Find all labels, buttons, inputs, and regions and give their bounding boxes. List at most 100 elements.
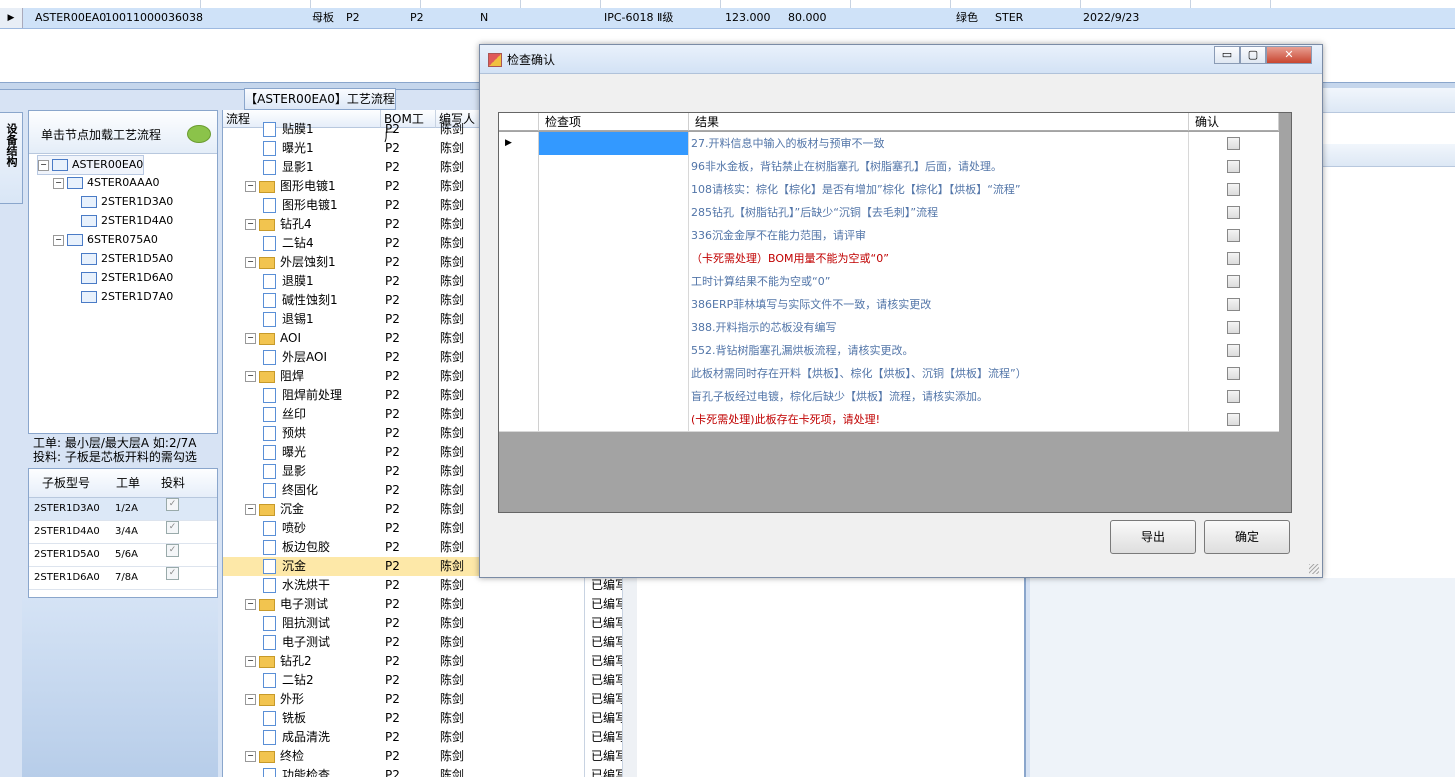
collapse-icon[interactable]: − [53, 177, 64, 189]
close-button[interactable]: ✕ [1266, 46, 1312, 64]
confirm-checkbox[interactable] [1227, 367, 1240, 380]
check-row[interactable]: 此板材需同时存在开料【烘板】、棕化【烘板】、沉铜【烘板】流程”） [499, 362, 1279, 386]
check-item-cell[interactable] [539, 385, 689, 408]
check-item-cell[interactable] [539, 247, 689, 270]
export-button[interactable]: 导出 [1110, 520, 1196, 554]
check-row[interactable]: （卡死需处理）BOM用量不能为空或“0” [499, 247, 1279, 271]
confirm-checkbox[interactable] [1227, 183, 1240, 196]
confirm-checkbox[interactable] [1227, 206, 1240, 219]
dialog-titlebar[interactable]: 检查确认 ▭ ▢ ✕ [480, 45, 1322, 74]
process-row[interactable]: − 外形 P2 陈剑 已编写 [223, 690, 649, 709]
collapse-icon[interactable]: − [245, 656, 256, 667]
column-header[interactable]: 确认 [1189, 113, 1279, 131]
ok-button[interactable]: 确定 [1204, 520, 1290, 554]
process-row[interactable]: − 电子测试 P2 陈剑 已编写 [223, 595, 649, 614]
tree-node[interactable]: −4STER0AAA0 [53, 174, 159, 192]
check-item-cell[interactable] [539, 132, 689, 155]
collapse-icon[interactable]: − [245, 371, 256, 382]
check-row[interactable]: ▶ 27.开料信息中输入的板材与预审不一致 [499, 132, 1279, 156]
process-row[interactable]: − 终检 P2 陈剑 已编写 [223, 747, 649, 766]
collapse-icon[interactable]: − [38, 159, 49, 171]
row-header[interactable] [499, 178, 539, 201]
check-row[interactable]: 386ERP菲林填写与实际文件不一致，请核实更改 [499, 293, 1279, 317]
check-item-cell[interactable] [539, 408, 689, 431]
confirm-checkbox[interactable] [1227, 160, 1240, 173]
process-row[interactable]: 水洗烘干 P2 陈剑 已编写 [223, 576, 649, 595]
row-header[interactable] [499, 385, 539, 408]
feed-checkbox[interactable]: ✓ [166, 544, 179, 557]
row-header[interactable] [499, 339, 539, 362]
check-row[interactable]: 96非水金板，背钻禁止在树脂塞孔【树脂塞孔】后面，请处理。 [499, 155, 1279, 179]
check-item-cell[interactable] [539, 201, 689, 224]
minimize-button[interactable]: ▭ [1214, 46, 1240, 64]
check-row[interactable]: 108请核实：棕化【棕化】是否有增加”棕化【棕化】【烘板】“流程” [499, 178, 1279, 202]
column-header[interactable]: 工单 [103, 469, 154, 498]
collapse-icon[interactable]: − [245, 219, 256, 230]
tree-node[interactable]: −6STER075A0 [53, 231, 158, 249]
process-row[interactable]: 功能检查 P2 陈剑 已编写 [223, 766, 649, 777]
confirm-checkbox[interactable] [1227, 275, 1240, 288]
check-item-cell[interactable] [539, 362, 689, 385]
row-header[interactable] [499, 201, 539, 224]
collapse-icon[interactable]: − [245, 257, 256, 268]
collapse-icon[interactable]: − [53, 234, 64, 246]
check-item-cell[interactable] [539, 178, 689, 201]
confirm-checkbox[interactable] [1227, 344, 1240, 357]
confirm-checkbox[interactable] [1227, 229, 1240, 242]
collapse-icon[interactable]: − [245, 694, 256, 705]
check-row[interactable]: 388.开料指示的芯板没有编写 [499, 316, 1279, 340]
tree-node[interactable]: 2STER1D5A0 [81, 250, 173, 268]
confirm-checkbox[interactable] [1227, 252, 1240, 265]
check-row[interactable]: 工时计算结果不能为空或“0” [499, 270, 1279, 294]
table-row[interactable]: 2STER1D3A0 1/2A ✓ [29, 498, 217, 521]
row-header[interactable] [499, 155, 539, 178]
column-header[interactable]: 子板型号 [29, 469, 104, 498]
feed-checkbox[interactable]: ✓ [166, 498, 179, 511]
check-row[interactable]: 285钻孔【树脂钻孔】”后缺少“沉铜【去毛刺】”流程 [499, 201, 1279, 225]
tab-device-structure[interactable]: 设备结构 [0, 112, 23, 204]
confirm-checkbox[interactable] [1227, 413, 1240, 426]
column-header[interactable]: 检查项 [539, 113, 689, 131]
row-header[interactable] [499, 293, 539, 316]
feed-checkbox[interactable]: ✓ [166, 521, 179, 534]
process-row[interactable]: 成品清洗 P2 陈剑 已编写 [223, 728, 649, 747]
table-row[interactable]: 2STER1D6A0 7/8A ✓ [29, 567, 217, 590]
tree-node[interactable]: 2STER1D3A0 [81, 193, 173, 211]
check-item-cell[interactable] [539, 224, 689, 247]
confirm-checkbox[interactable] [1227, 390, 1240, 403]
feed-checkbox[interactable]: ✓ [166, 567, 179, 580]
collapse-icon[interactable]: − [245, 599, 256, 610]
collapse-icon[interactable]: − [245, 333, 256, 344]
tree-node[interactable]: 2STER1D6A0 [81, 269, 173, 287]
process-row[interactable]: 电子测试 P2 陈剑 已编写 [223, 633, 649, 652]
column-header[interactable]: 结果 [689, 113, 1189, 131]
column-header[interactable]: 投料 [153, 469, 194, 498]
process-row[interactable]: 阻抗测试 P2 陈剑 已编写 [223, 614, 649, 633]
collapse-icon[interactable]: − [245, 504, 256, 515]
check-row[interactable]: 336沉金金厚不在能力范围，请评审 [499, 224, 1279, 248]
process-row[interactable]: 二钻2 P2 陈剑 已编写 [223, 671, 649, 690]
confirm-checkbox[interactable] [1227, 298, 1240, 311]
tree-node[interactable]: 2STER1D7A0 [81, 288, 173, 306]
tree-node[interactable]: − ASTER00EA0 [37, 155, 145, 175]
table-row[interactable]: 2STER1D4A0 3/4A ✓ [29, 521, 217, 544]
check-item-cell[interactable] [539, 339, 689, 362]
check-row[interactable]: (卡死需处理)此板存在卡死项，请处理! [499, 408, 1279, 432]
check-item-cell[interactable] [539, 293, 689, 316]
confirm-checkbox[interactable] [1227, 137, 1240, 150]
row-header[interactable] [499, 316, 539, 339]
check-item-cell[interactable] [539, 155, 689, 178]
row-header[interactable] [499, 247, 539, 270]
check-row[interactable]: 盲孔子板经过电镀，棕化后缺少【烘板】流程，请核实添加。 [499, 385, 1279, 409]
check-item-cell[interactable] [539, 316, 689, 339]
row-header[interactable] [499, 362, 539, 385]
row-header[interactable] [499, 408, 539, 431]
confirm-checkbox[interactable] [1227, 321, 1240, 334]
row-header[interactable] [499, 270, 539, 293]
table-row[interactable]: 2STER1D5A0 5/6A ✓ [29, 544, 217, 567]
resize-grip[interactable] [1309, 564, 1319, 574]
tab-process-flow[interactable]: 【ASTER00EA0】工艺流程 [244, 88, 396, 110]
row-pointer-icon[interactable]: ▶ [499, 132, 539, 155]
row-header[interactable] [499, 224, 539, 247]
check-item-cell[interactable] [539, 270, 689, 293]
